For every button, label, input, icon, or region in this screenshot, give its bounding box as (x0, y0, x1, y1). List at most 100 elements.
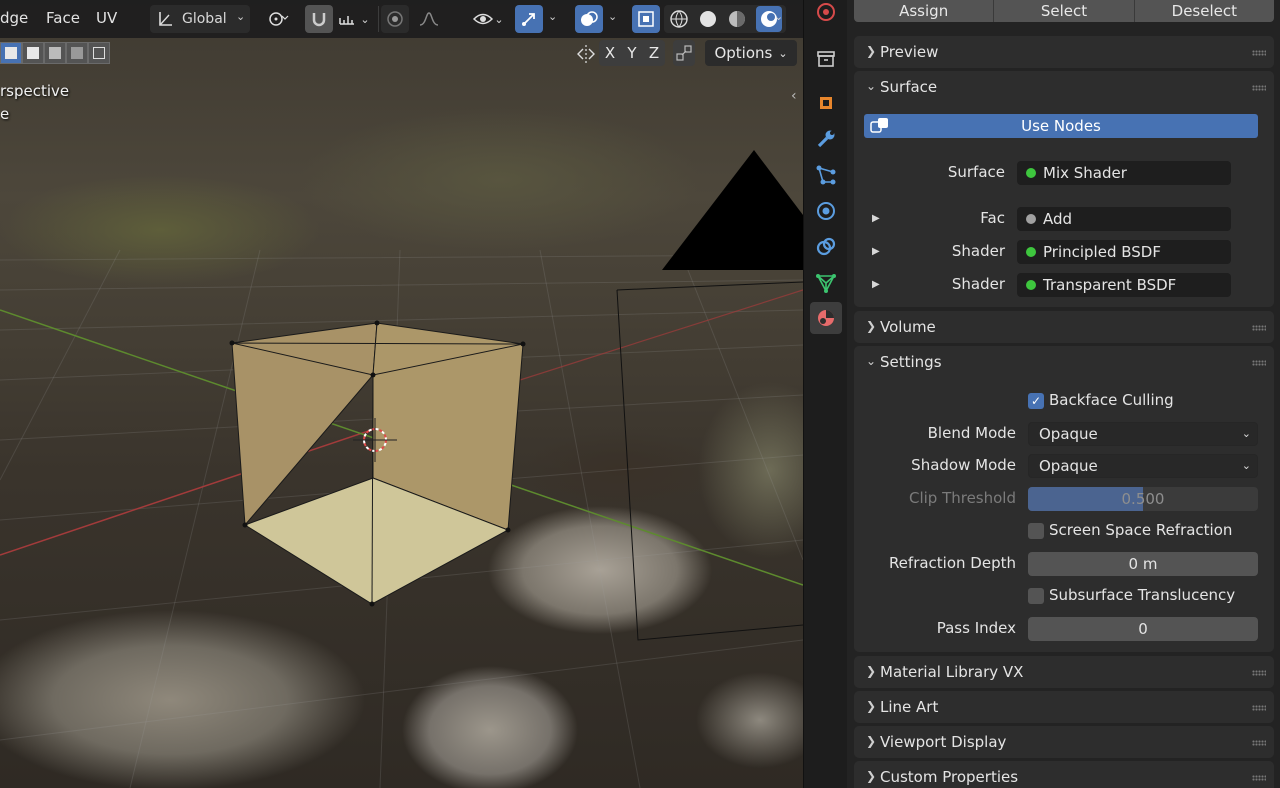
viewport-subheader: X Y Z Options ⌄ (0, 40, 803, 68)
volume-panel-header[interactable]: ❯ Volume (854, 311, 1274, 343)
shadow-mode-dropdown[interactable]: Opaque ⌄ (1028, 454, 1258, 478)
clip-threshold-slider[interactable]: 0.500 (1028, 487, 1258, 511)
mirror-icon[interactable] (575, 44, 597, 64)
select-subtract-button[interactable] (44, 42, 66, 64)
transform-orientation-dropdown[interactable]: Global (150, 5, 250, 33)
select-subtract-icon (49, 47, 61, 59)
particles-tab[interactable] (810, 159, 842, 191)
sidebar-collapse-arrow-icon[interactable]: ‹ (791, 88, 797, 104)
blend-mode-dropdown[interactable]: Opaque ⌄ (1028, 422, 1258, 446)
value-socket-icon (1026, 214, 1036, 224)
select-intersect-button[interactable] (88, 42, 110, 64)
select-button[interactable]: Select (994, 0, 1135, 22)
menu-edge[interactable]: dge (0, 9, 28, 27)
mirror-z-toggle[interactable]: Z (643, 40, 665, 66)
chevron-right-icon: ❯ (866, 44, 877, 58)
custom-properties-panel-title: Custom Properties (880, 768, 1019, 786)
surface-shader-value: Mix Shader (1043, 164, 1127, 182)
gizmo-toggle[interactable] (515, 5, 543, 33)
camera-object (662, 150, 803, 270)
pass-index-field[interactable]: 0 (1028, 617, 1258, 641)
visibility-dropdown[interactable]: ⌄ (468, 5, 508, 33)
assign-button[interactable]: Assign (854, 0, 995, 22)
select-extend-button[interactable] (22, 42, 44, 64)
surface-panel: ⌄ Surface Use Nodes Surface Mix Shader ▶… (854, 71, 1274, 307)
use-nodes-label: Use Nodes (1021, 117, 1101, 135)
chevron-down-icon: ⌄ (866, 354, 877, 368)
viewport-display-panel: ❯ Viewport Display (854, 726, 1274, 758)
select-intersect-icon (93, 47, 105, 59)
pivot-point-button[interactable] (260, 5, 296, 33)
modifier-tab[interactable] (810, 123, 842, 155)
shader2-input-field[interactable]: Transparent BSDF (1017, 273, 1231, 297)
line-art-panel-header[interactable]: ❯ Line Art (854, 691, 1274, 723)
auto-merge-toggle[interactable] (673, 40, 695, 66)
pass-index-value: 0 (1138, 620, 1148, 638)
drag-handle-icon[interactable] (1252, 740, 1266, 746)
chevron-right-icon: ❯ (866, 699, 877, 713)
deselect-button[interactable]: Deselect (1134, 0, 1274, 22)
material-preview-shading-icon[interactable] (727, 9, 747, 29)
shader1-input-field[interactable]: Principled BSDF (1017, 240, 1231, 264)
custom-properties-panel-header[interactable]: ❯ Custom Properties (854, 761, 1274, 788)
select-new-button[interactable] (0, 42, 22, 64)
surface-panel-header[interactable]: ⌄ Surface (854, 71, 1274, 103)
xray-toggle[interactable] (632, 5, 660, 33)
fac-input-field[interactable]: Add (1017, 207, 1231, 231)
select-difference-button[interactable] (66, 42, 88, 64)
select-difference-icon (71, 47, 83, 59)
settings-panel-header[interactable]: ⌄ Settings (854, 346, 1274, 378)
backface-culling-checkbox[interactable]: ✓ (1028, 393, 1044, 409)
preview-panel-header[interactable]: ❯ Preview (854, 36, 1274, 68)
object-tab[interactable] (810, 87, 842, 119)
falloff-curve-icon (419, 12, 439, 26)
drag-handle-icon[interactable] (1252, 50, 1266, 56)
drag-handle-icon[interactable] (1252, 670, 1266, 676)
drag-handle-icon[interactable] (1252, 775, 1266, 781)
constraints-tab[interactable] (810, 231, 842, 263)
chevron-down-icon: ⌄ (494, 12, 504, 26)
solid-shading-icon[interactable] (698, 9, 718, 29)
3d-viewport[interactable]: dge Face UV Global ⌄ ⌄ ⌄ ⌄ ⌄ ⌄ X Y Z Opt… (0, 0, 803, 788)
drag-handle-icon[interactable] (1252, 325, 1266, 331)
blend-mode-value: Opaque (1039, 425, 1098, 443)
viewport-display-panel-header[interactable]: ❯ Viewport Display (854, 726, 1274, 758)
chevron-down-icon: ⌄ (608, 10, 618, 23)
mirror-x-toggle[interactable]: X (599, 40, 621, 66)
menu-face[interactable]: Face (46, 9, 80, 27)
properties-tab-strip (803, 0, 847, 788)
proportional-falloff-dropdown[interactable] (410, 5, 448, 33)
pass-index-label: Pass Index (936, 619, 1016, 637)
wireframe-shading-icon[interactable] (669, 9, 689, 29)
drag-handle-icon[interactable] (1252, 705, 1266, 711)
drag-handle-icon[interactable] (1252, 85, 1266, 91)
pivot-icon (269, 12, 289, 26)
options-dropdown[interactable]: Options ⌄ (705, 40, 797, 66)
use-nodes-button[interactable]: Use Nodes (864, 114, 1258, 138)
physics-tab[interactable] (810, 195, 842, 227)
shader2-input-label: Shader (951, 275, 1005, 293)
tool-tab[interactable] (810, 43, 842, 75)
mirror-y-toggle[interactable]: Y (621, 40, 643, 66)
fac-input-label: Fac (980, 209, 1005, 227)
clip-threshold-value: 0.500 (1121, 490, 1165, 508)
snap-toggle[interactable] (305, 5, 333, 33)
screen-space-refraction-checkbox[interactable] (1028, 523, 1044, 539)
auto-merge-icon (676, 45, 692, 61)
chevron-down-icon: ⌄ (548, 10, 558, 23)
menu-uv[interactable]: UV (96, 9, 117, 27)
refraction-depth-field[interactable]: 0 m (1028, 552, 1258, 576)
subsurface-translucency-checkbox[interactable] (1028, 588, 1044, 604)
data-tab[interactable] (810, 267, 842, 299)
clip-threshold-label: Clip Threshold (908, 489, 1016, 507)
shader1-input-label: Shader (951, 242, 1005, 260)
scene-tab[interactable] (810, 0, 842, 28)
surface-shader-field[interactable]: Mix Shader (1017, 161, 1231, 185)
material-tab[interactable] (810, 302, 842, 334)
overlays-toggle[interactable] (575, 5, 603, 33)
snap-target-dropdown[interactable]: ⌄ (335, 5, 373, 33)
material-slot-buttons: Assign Select Deselect (854, 0, 1274, 22)
drag-handle-icon[interactable] (1252, 360, 1266, 366)
material-library-panel-header[interactable]: ❯ Material Library VX (854, 656, 1274, 688)
proportional-editing-toggle[interactable] (381, 5, 409, 33)
